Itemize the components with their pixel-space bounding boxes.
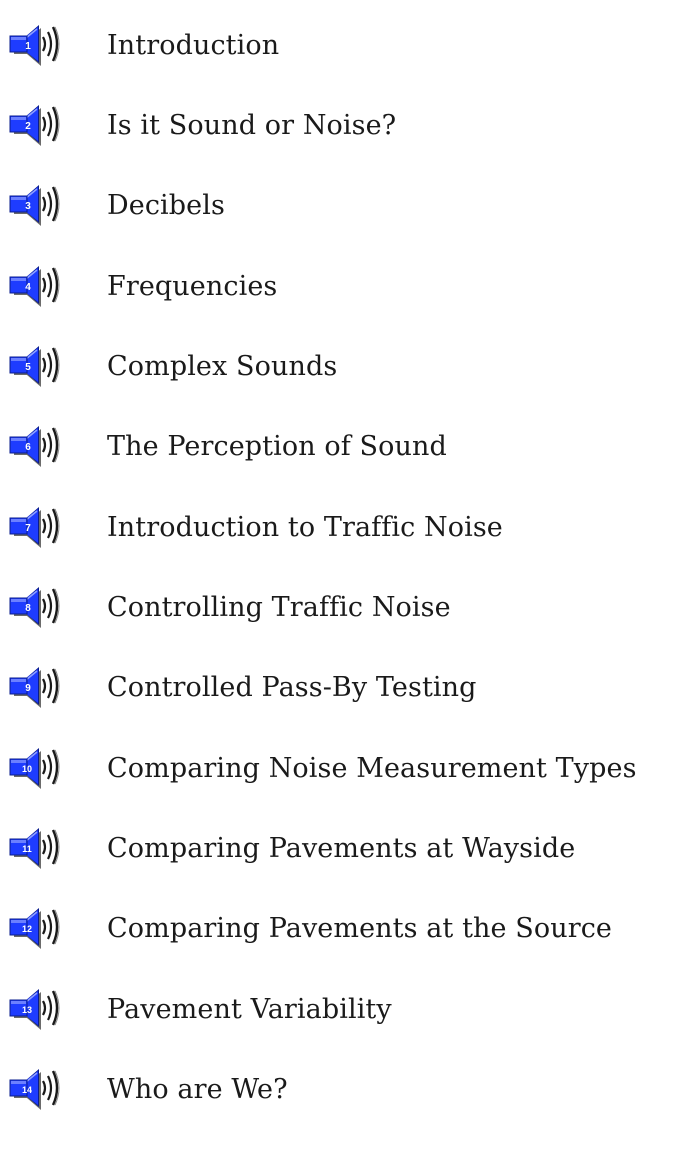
- speaker-audio-icon[interactable]: 13: [8, 984, 72, 1036]
- speaker-audio-icon[interactable]: 4: [8, 261, 72, 313]
- speaker-audio-icon[interactable]: 6: [8, 421, 72, 473]
- audio-item: 14 Who are We?: [0, 1064, 689, 1124]
- audio-item-label[interactable]: Comparing Pavements at the Source: [107, 913, 612, 944]
- speaker-audio-icon[interactable]: 12: [8, 903, 72, 955]
- speaker-audio-icon[interactable]: 11: [8, 823, 72, 875]
- speaker-audio-icon[interactable]: 1: [8, 20, 72, 72]
- audio-item-number: 7: [25, 523, 31, 534]
- audio-item-number: 8: [25, 603, 31, 614]
- audio-item-label[interactable]: Complex Sounds: [107, 351, 337, 382]
- audio-item-number: 5: [25, 362, 31, 373]
- audio-item-label[interactable]: The Perception of Sound: [107, 431, 447, 462]
- audio-item-label[interactable]: Pavement Variability: [107, 994, 392, 1025]
- audio-item-label[interactable]: Introduction: [107, 30, 279, 61]
- audio-item-label[interactable]: Frequencies: [107, 271, 277, 302]
- audio-item-number: 12: [22, 924, 32, 934]
- speaker-audio-icon[interactable]: 7: [8, 502, 72, 554]
- audio-item-label[interactable]: Controlled Pass-By Testing: [107, 672, 477, 703]
- audio-item: 12 Comparing Pavements at the Source: [0, 903, 689, 963]
- audio-item: 3 Decibels: [0, 180, 689, 240]
- audio-item-label[interactable]: Comparing Pavements at Wayside: [107, 833, 575, 864]
- audio-item-number: 4: [25, 282, 31, 293]
- audio-item-number: 6: [25, 442, 31, 453]
- audio-item-label[interactable]: Decibels: [107, 190, 225, 221]
- audio-item-number: 10: [22, 764, 32, 774]
- audio-item-label[interactable]: Comparing Noise Measurement Types: [107, 753, 637, 784]
- audio-item: 9 Controlled Pass-By Testing: [0, 662, 689, 722]
- audio-item: 10 Comparing Noise Measurement Types: [0, 743, 689, 803]
- audio-item: 5 Complex Sounds: [0, 341, 689, 401]
- audio-item-number: 13: [22, 1005, 32, 1015]
- audio-item: 13 Pavement Variability: [0, 984, 689, 1044]
- speaker-audio-icon[interactable]: 5: [8, 341, 72, 393]
- speaker-audio-icon[interactable]: 3: [8, 180, 72, 232]
- speaker-audio-icon[interactable]: 14: [8, 1064, 72, 1116]
- audio-item: 7 Introduction to Traffic Noise: [0, 502, 689, 562]
- audio-item-number: 9: [25, 683, 31, 694]
- audio-item-label[interactable]: Who are We?: [107, 1074, 288, 1105]
- speaker-audio-icon[interactable]: 8: [8, 582, 72, 634]
- audio-item: 1 Introduction: [0, 20, 689, 80]
- audio-item-number: 2: [25, 121, 31, 132]
- speaker-audio-icon[interactable]: 9: [8, 662, 72, 714]
- speaker-audio-icon[interactable]: 10: [8, 743, 72, 795]
- audio-item: 11 Comparing Pavements at Wayside: [0, 823, 689, 883]
- audio-item-label[interactable]: Controlling Traffic Noise: [107, 592, 451, 623]
- audio-item-label[interactable]: Introduction to Traffic Noise: [107, 512, 503, 543]
- audio-item: 4 Frequencies: [0, 261, 689, 321]
- audio-item-number: 11: [22, 844, 32, 854]
- audio-item-number: 1: [25, 41, 31, 52]
- audio-item: 6 The Perception of Sound: [0, 421, 689, 481]
- speaker-audio-icon[interactable]: 2: [8, 100, 72, 152]
- audio-clip-list: 1 Introduction 2 Is it Sound or Noise? 3…: [0, 0, 689, 1161]
- audio-item: 2 Is it Sound or Noise?: [0, 100, 689, 160]
- audio-item-number: 3: [25, 201, 31, 212]
- audio-item-label[interactable]: Is it Sound or Noise?: [107, 110, 396, 141]
- audio-item: 8 Controlling Traffic Noise: [0, 582, 689, 642]
- audio-item-number: 14: [22, 1085, 32, 1095]
